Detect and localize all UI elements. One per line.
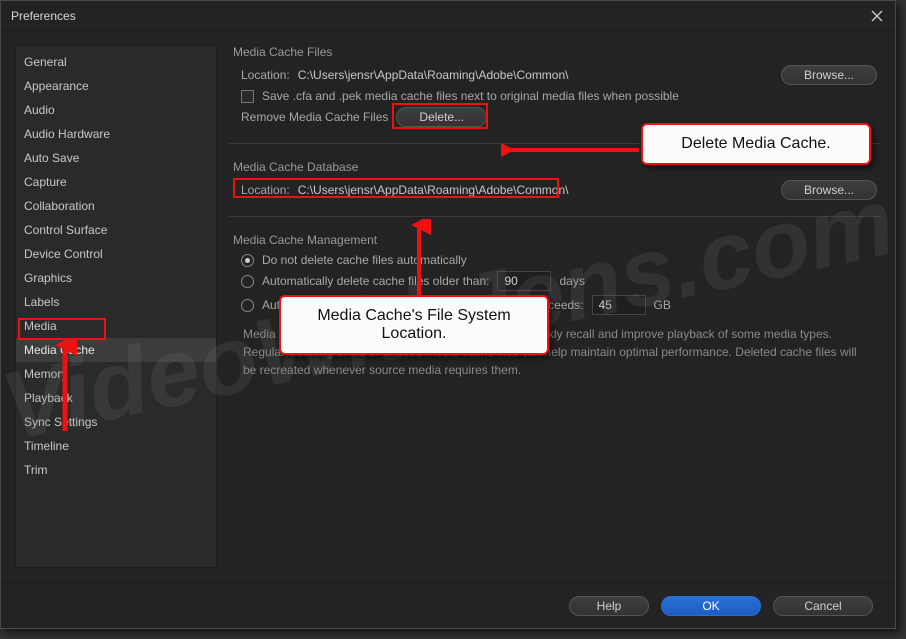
sidebar-item-control-surface[interactable]: Control Surface — [16, 218, 216, 242]
preferences-window: Preferences GeneralAppearanceAudioAudio … — [0, 0, 896, 629]
age-unit: days — [559, 274, 584, 288]
save-next-label: Save .cfa and .pek media cache files nex… — [262, 89, 679, 103]
sidebar-item-timeline[interactable]: Timeline — [16, 434, 216, 458]
close-icon[interactable] — [869, 8, 885, 24]
sidebar-item-auto-save[interactable]: Auto Save — [16, 146, 216, 170]
db-location-path: C:\Users\jensr\AppData\Roaming\Adobe\Com… — [298, 183, 569, 197]
ok-button[interactable]: OK — [661, 596, 761, 616]
sidebar-item-audio[interactable]: Audio — [16, 98, 216, 122]
group-title-management: Media Cache Management — [233, 233, 877, 247]
sidebar-item-memory[interactable]: Memory — [16, 362, 216, 386]
cancel-button[interactable]: Cancel — [773, 596, 873, 616]
size-unit: GB — [654, 298, 671, 312]
sidebar-item-graphics[interactable]: Graphics — [16, 266, 216, 290]
radio-no-delete[interactable] — [241, 254, 254, 267]
sidebar-item-trim[interactable]: Trim — [16, 458, 216, 482]
sidebar-item-capture[interactable]: Capture — [16, 170, 216, 194]
sidebar-item-labels[interactable]: Labels — [16, 290, 216, 314]
group-media-cache-files: Media Cache Files Location: C:\Users\jen… — [229, 45, 881, 144]
delete-button[interactable]: Delete... — [396, 107, 487, 127]
files-location-path: C:\Users\jensr\AppData\Roaming\Adobe\Com… — [298, 68, 569, 82]
management-description: Media cache files are auto-generated by … — [233, 319, 877, 379]
db-location-label: Location: — [241, 183, 290, 197]
group-media-cache-management: Media Cache Management Do not delete cac… — [229, 233, 881, 391]
sidebar-item-collaboration[interactable]: Collaboration — [16, 194, 216, 218]
age-input[interactable] — [497, 271, 551, 291]
db-browse-button[interactable]: Browse... — [781, 180, 877, 200]
label-age: Automatically delete cache files older t… — [262, 274, 489, 288]
sidebar-item-device-control[interactable]: Device Control — [16, 242, 216, 266]
sidebar-item-audio-hardware[interactable]: Audio Hardware — [16, 122, 216, 146]
sidebar-item-general[interactable]: General — [16, 50, 216, 74]
files-location-label: Location: — [241, 68, 290, 82]
group-title-files: Media Cache Files — [233, 45, 877, 59]
sidebar-item-media-cache[interactable]: Media Cache — [16, 338, 216, 362]
files-browse-button[interactable]: Browse... — [781, 65, 877, 85]
label-no-delete: Do not delete cache files automatically — [262, 253, 467, 267]
preferences-sidebar: GeneralAppearanceAudioAudio HardwareAuto… — [15, 45, 217, 568]
help-button[interactable]: Help — [569, 596, 649, 616]
radio-age[interactable] — [241, 275, 254, 288]
window-title: Preferences — [11, 9, 76, 23]
label-size: Automatically delete oldest cache files … — [262, 298, 584, 312]
group-title-database: Media Cache Database — [233, 160, 877, 174]
sidebar-item-media[interactable]: Media — [16, 314, 216, 338]
titlebar: Preferences — [1, 1, 895, 31]
size-input[interactable] — [592, 295, 646, 315]
sidebar-item-appearance[interactable]: Appearance — [16, 74, 216, 98]
group-media-cache-database: Media Cache Database Location: C:\Users\… — [229, 160, 881, 217]
save-next-checkbox[interactable] — [241, 90, 254, 103]
sidebar-item-playback[interactable]: Playback — [16, 386, 216, 410]
sidebar-item-sync-settings[interactable]: Sync Settings — [16, 410, 216, 434]
remove-files-label: Remove Media Cache Files — [241, 110, 388, 124]
radio-size[interactable] — [241, 299, 254, 312]
dialog-footer: Help OK Cancel — [1, 582, 895, 628]
